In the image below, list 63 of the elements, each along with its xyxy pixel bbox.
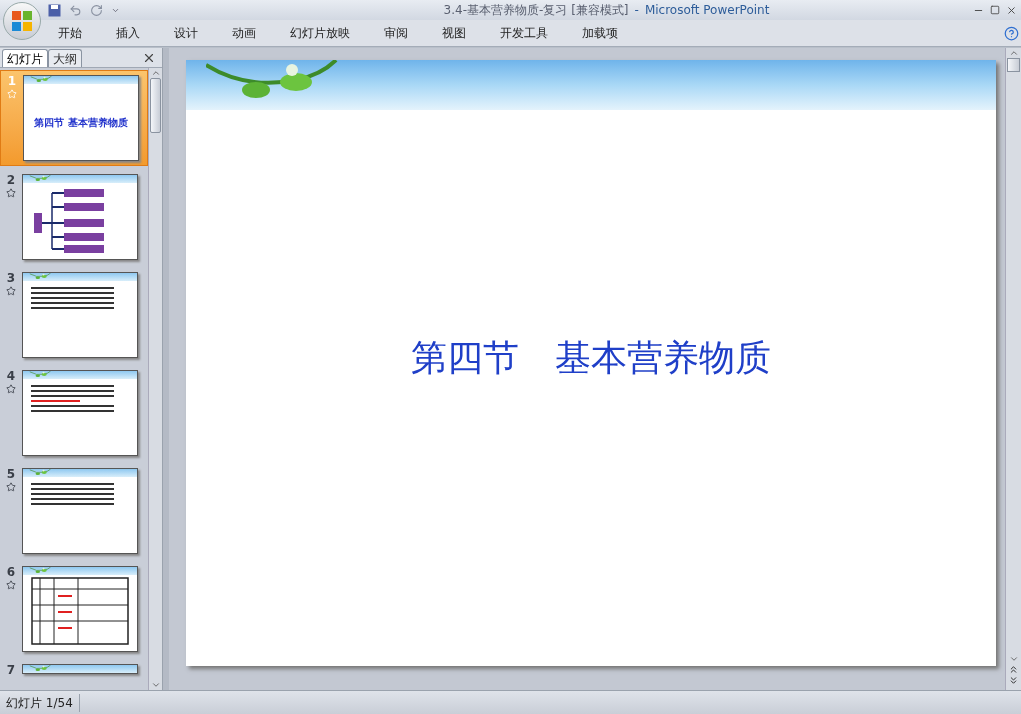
slide-number: 7	[6, 664, 16, 676]
previous-slide-icon[interactable]	[1008, 664, 1019, 675]
ribbon-tab[interactable]: 动画	[232, 24, 256, 42]
slide-thumbnail-item[interactable]: 5	[0, 464, 148, 558]
scrollbar[interactable]	[148, 68, 162, 690]
window-title: 3.4-基本营养物质-复习 [兼容模式]	[443, 2, 629, 19]
vine-leaf-icon	[29, 273, 53, 281]
vine-leaf-icon	[29, 175, 53, 183]
next-slide-icon[interactable]	[1008, 675, 1019, 686]
ribbon-tab[interactable]: 设计	[174, 24, 198, 42]
thumbnail-title: 第四节 基本营养物质	[34, 115, 128, 130]
ribbon-tab[interactable]: 插入	[116, 24, 140, 42]
pane-tab[interactable]: 大纲	[48, 49, 82, 67]
undo-icon[interactable]	[69, 3, 82, 17]
office-logo-icon	[11, 10, 33, 32]
close-icon[interactable]	[142, 51, 156, 65]
slide-thumbnail-item[interactable]: 3	[0, 268, 148, 362]
slide-number: 1	[7, 75, 17, 87]
scroll-thumb[interactable]	[150, 78, 161, 133]
restore-icon[interactable]	[990, 4, 1000, 15]
ribbon-tab[interactable]: 加载项	[582, 24, 618, 42]
slide-thumbnail-item[interactable]: 2	[0, 170, 148, 264]
slide-counter: 幻灯片 1/54	[0, 693, 80, 712]
scrollbar[interactable]	[1005, 48, 1021, 690]
ribbon-tab[interactable]: 开始	[58, 24, 82, 42]
app-name: Microsoft PowerPoint	[644, 2, 770, 19]
redo-icon[interactable]	[90, 3, 103, 17]
slide-thumbnail-item[interactable]: 4	[0, 366, 148, 460]
star-icon	[6, 580, 16, 590]
star-icon	[6, 286, 16, 296]
help-icon[interactable]	[1004, 25, 1019, 41]
scroll-thumb[interactable]	[1007, 58, 1020, 72]
vine-leaf-icon	[29, 567, 53, 575]
slide-number: 5	[6, 468, 16, 480]
star-icon	[6, 482, 16, 492]
star-icon	[6, 188, 16, 198]
pane-tab[interactable]: 幻灯片	[2, 49, 48, 67]
slide-number: 2	[6, 174, 16, 186]
vine-leaf-icon	[29, 469, 53, 477]
ribbon-tab[interactable]: 视图	[442, 24, 466, 42]
ribbon-tab[interactable]: 审阅	[384, 24, 408, 42]
slide-number: 4	[6, 370, 16, 382]
scroll-down-icon[interactable]	[1008, 654, 1019, 664]
vine-leaf-icon	[29, 371, 53, 379]
star-icon	[6, 384, 16, 394]
ribbon-tab[interactable]: 开发工具	[500, 24, 548, 42]
vine-leaf-icon	[29, 665, 53, 673]
office-button[interactable]	[3, 2, 41, 40]
scroll-down-icon[interactable]	[150, 680, 161, 690]
slide-number: 6	[6, 566, 16, 578]
slide-number: 3	[6, 272, 16, 284]
vine-leaf-icon	[30, 76, 54, 84]
save-icon[interactable]	[48, 3, 61, 17]
slide-thumbnail-item[interactable]: 7	[0, 660, 148, 680]
slide-thumbnail-item[interactable]: 1 第四节 基本营养物质	[0, 70, 148, 166]
ribbon-tab[interactable]: 幻灯片放映	[290, 24, 350, 42]
scroll-up-icon[interactable]	[1008, 48, 1019, 58]
star-icon	[7, 89, 17, 99]
scroll-up-icon[interactable]	[150, 68, 161, 78]
title-separator: -	[634, 2, 639, 19]
slide-thumbnail-item[interactable]: 6	[0, 562, 148, 656]
slide-title: 第四节 基本营养物质	[411, 336, 771, 380]
close-icon[interactable]	[1006, 4, 1017, 16]
